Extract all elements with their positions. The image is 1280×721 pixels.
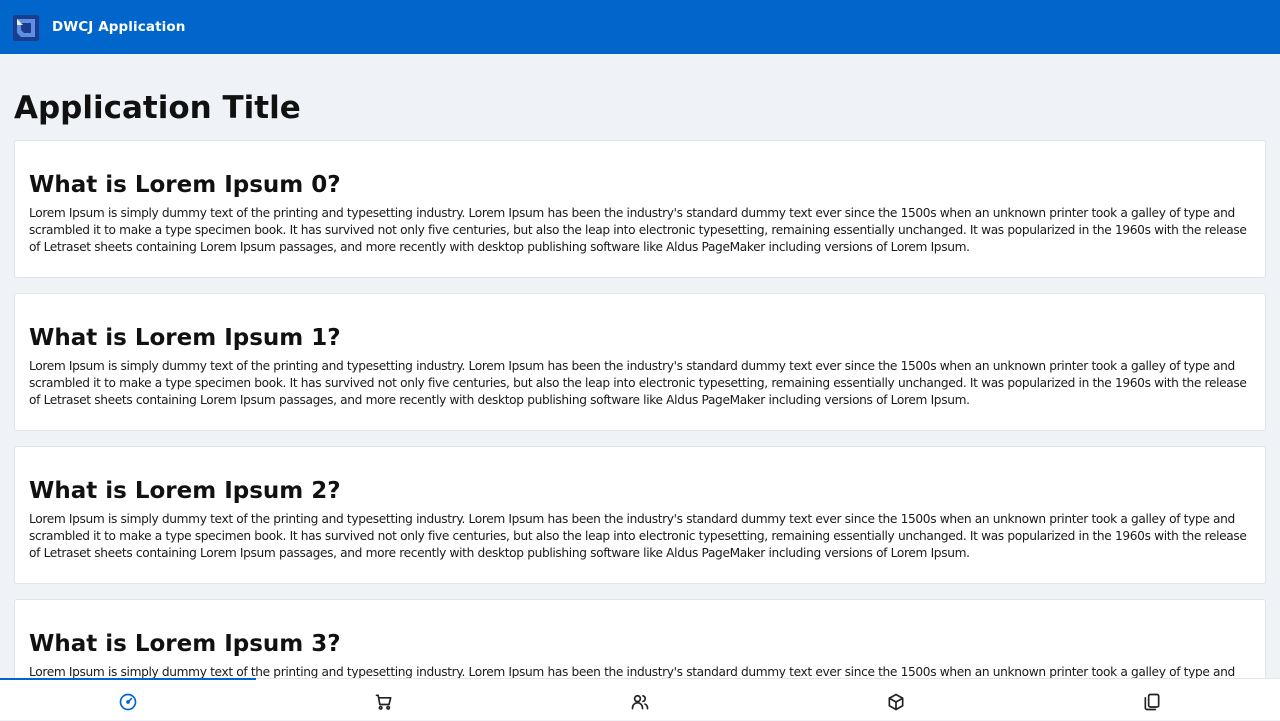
nav-item-products[interactable] bbox=[768, 679, 1024, 721]
nav-item-users[interactable] bbox=[512, 679, 768, 721]
bottom-navigation bbox=[0, 678, 1280, 720]
card-list: What is Lorem Ipsum 0? Lorem Ipsum is si… bbox=[14, 140, 1266, 678]
dwcj-logo-icon[interactable] bbox=[13, 15, 39, 41]
dashboard-gauge-icon bbox=[119, 693, 137, 711]
app-name: DWCJ Application bbox=[52, 19, 186, 35]
nav-item-cart[interactable] bbox=[256, 679, 512, 721]
app-header: DWCJ Application bbox=[0, 0, 1280, 54]
card-text: Lorem Ipsum is simply dummy text of the … bbox=[29, 359, 1247, 407]
card-text: Lorem Ipsum is simply dummy text of the … bbox=[29, 206, 1247, 254]
card-text: Lorem Ipsum is simply dummy text of the … bbox=[29, 512, 1247, 560]
page-title: Application Title bbox=[14, 90, 301, 126]
info-card: What is Lorem Ipsum 2? Lorem Ipsum is si… bbox=[14, 446, 1266, 584]
card-title: What is Lorem Ipsum 0? bbox=[29, 172, 341, 198]
card-title: What is Lorem Ipsum 3? bbox=[29, 631, 341, 657]
info-card: What is Lorem Ipsum 0? Lorem Ipsum is si… bbox=[14, 140, 1266, 278]
card-title: What is Lorem Ipsum 1? bbox=[29, 325, 341, 351]
card-text: Lorem Ipsum is simply dummy text of the … bbox=[29, 665, 1235, 678]
nav-item-dashboard[interactable] bbox=[0, 678, 256, 721]
info-card: What is Lorem Ipsum 1? Lorem Ipsum is si… bbox=[14, 293, 1266, 431]
card-title: What is Lorem Ipsum 2? bbox=[29, 478, 341, 504]
users-icon bbox=[631, 694, 649, 710]
box-icon bbox=[888, 693, 904, 711]
shopping-cart-icon bbox=[375, 694, 392, 710]
nav-item-documents[interactable] bbox=[1024, 679, 1280, 721]
documents-icon bbox=[1144, 693, 1160, 711]
info-card: What is Lorem Ipsum 3? Lorem Ipsum is si… bbox=[14, 599, 1266, 678]
main-content[interactable]: Application Title What is Lorem Ipsum 0?… bbox=[0, 54, 1280, 678]
